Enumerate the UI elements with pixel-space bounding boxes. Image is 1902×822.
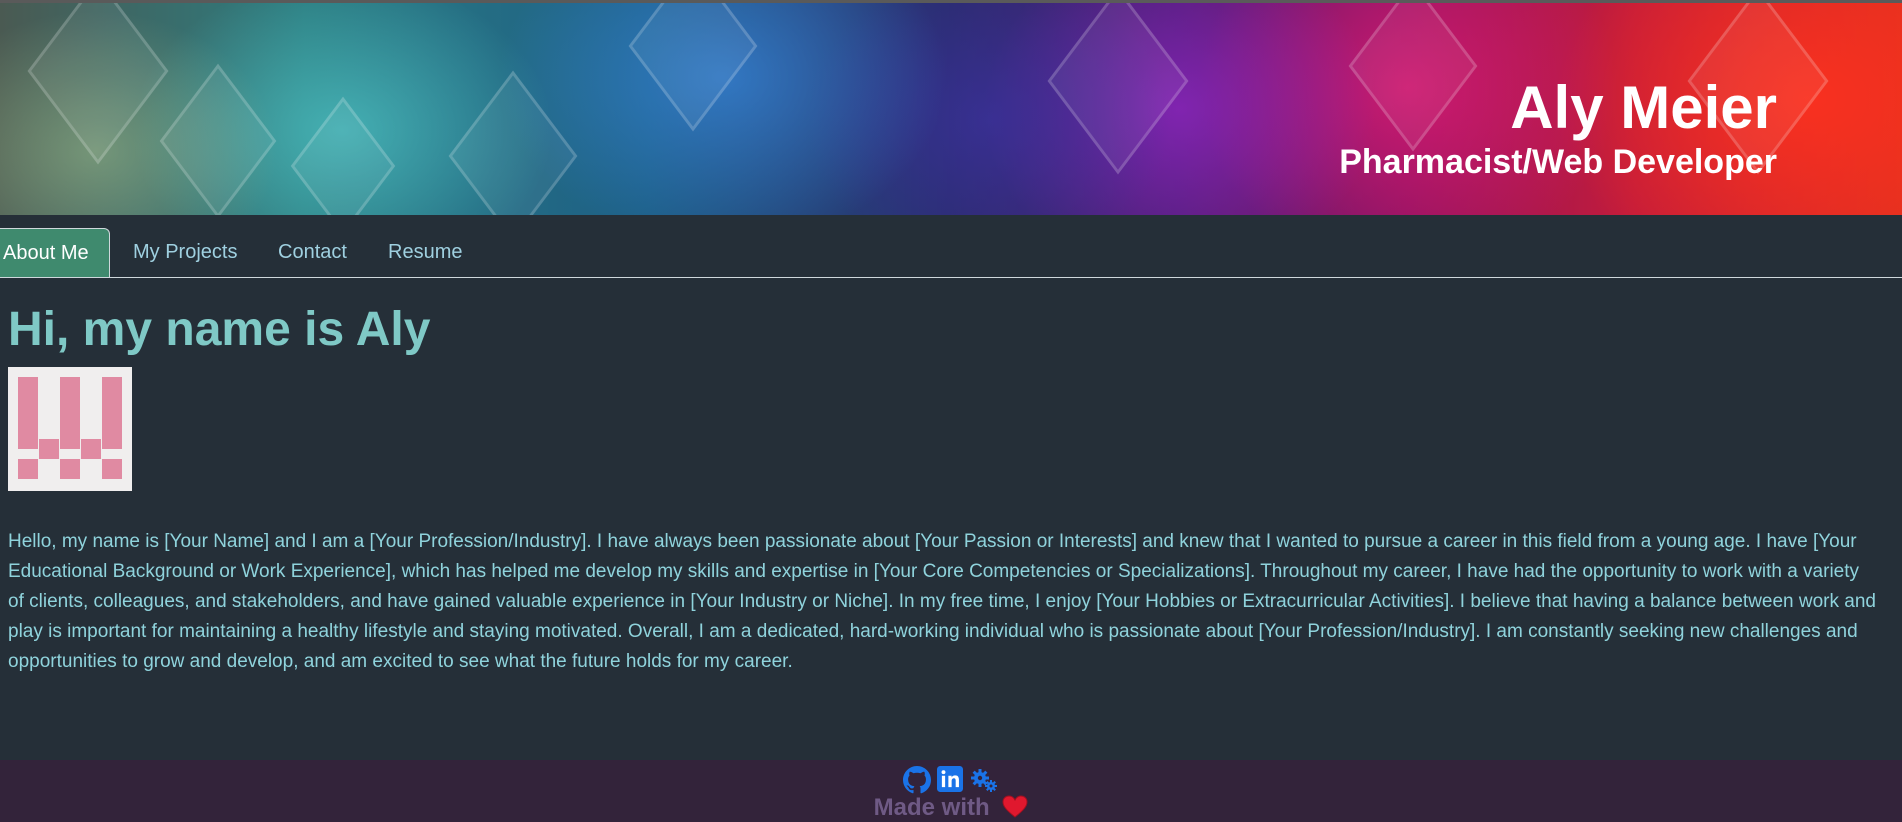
- hero-banner: Aly Meier Pharmacist/Web Developer: [0, 3, 1902, 215]
- cube-decoration: [448, 70, 578, 215]
- avatar-pixel: [60, 377, 80, 449]
- cube-decoration: [628, 3, 758, 132]
- avatar-pixel: [102, 459, 122, 479]
- made-with-text: Made with: [873, 794, 990, 821]
- avatar-pixel: [18, 459, 38, 479]
- avatar-pixel: [60, 459, 80, 479]
- site-owner-role: Pharmacist/Web Developer: [1339, 143, 1777, 181]
- linkedin-icon[interactable]: [937, 766, 963, 794]
- footer: Made with: [0, 760, 1902, 822]
- avatar-pixel: [102, 377, 122, 449]
- cube-decoration: [1047, 3, 1189, 175]
- site-owner-name: Aly Meier: [1510, 74, 1777, 141]
- social-links: [0, 760, 1902, 794]
- cube-decoration: [159, 63, 277, 215]
- tab-resume[interactable]: Resume: [372, 228, 478, 276]
- about-section: Hi, my name is Aly Hello, my name is [Yo…: [0, 302, 1902, 677]
- cube-decoration: [290, 96, 396, 215]
- tab-my-projects[interactable]: My Projects: [117, 228, 253, 276]
- avatar-pixel: [81, 439, 101, 459]
- avatar-pixel: [39, 439, 59, 459]
- tab-contact[interactable]: Contact: [262, 228, 363, 276]
- heart-icon: [1002, 795, 1028, 818]
- cube-decoration: [27, 3, 169, 165]
- github-icon[interactable]: [903, 766, 931, 794]
- avatar-pixel: [18, 377, 38, 449]
- tab-bar: About Me My Projects Contact Resume: [0, 215, 1902, 278]
- page-heading: Hi, my name is Aly: [8, 303, 431, 356]
- made-with-line: Made with: [0, 794, 1902, 822]
- gears-icon[interactable]: [969, 766, 999, 794]
- bio-paragraph: Hello, my name is [Your Name] and I am a…: [8, 531, 1876, 672]
- hero-text: Aly Meier Pharmacist/Web Developer: [1339, 75, 1777, 182]
- avatar: [8, 367, 132, 491]
- tab-about-me[interactable]: About Me: [0, 228, 110, 277]
